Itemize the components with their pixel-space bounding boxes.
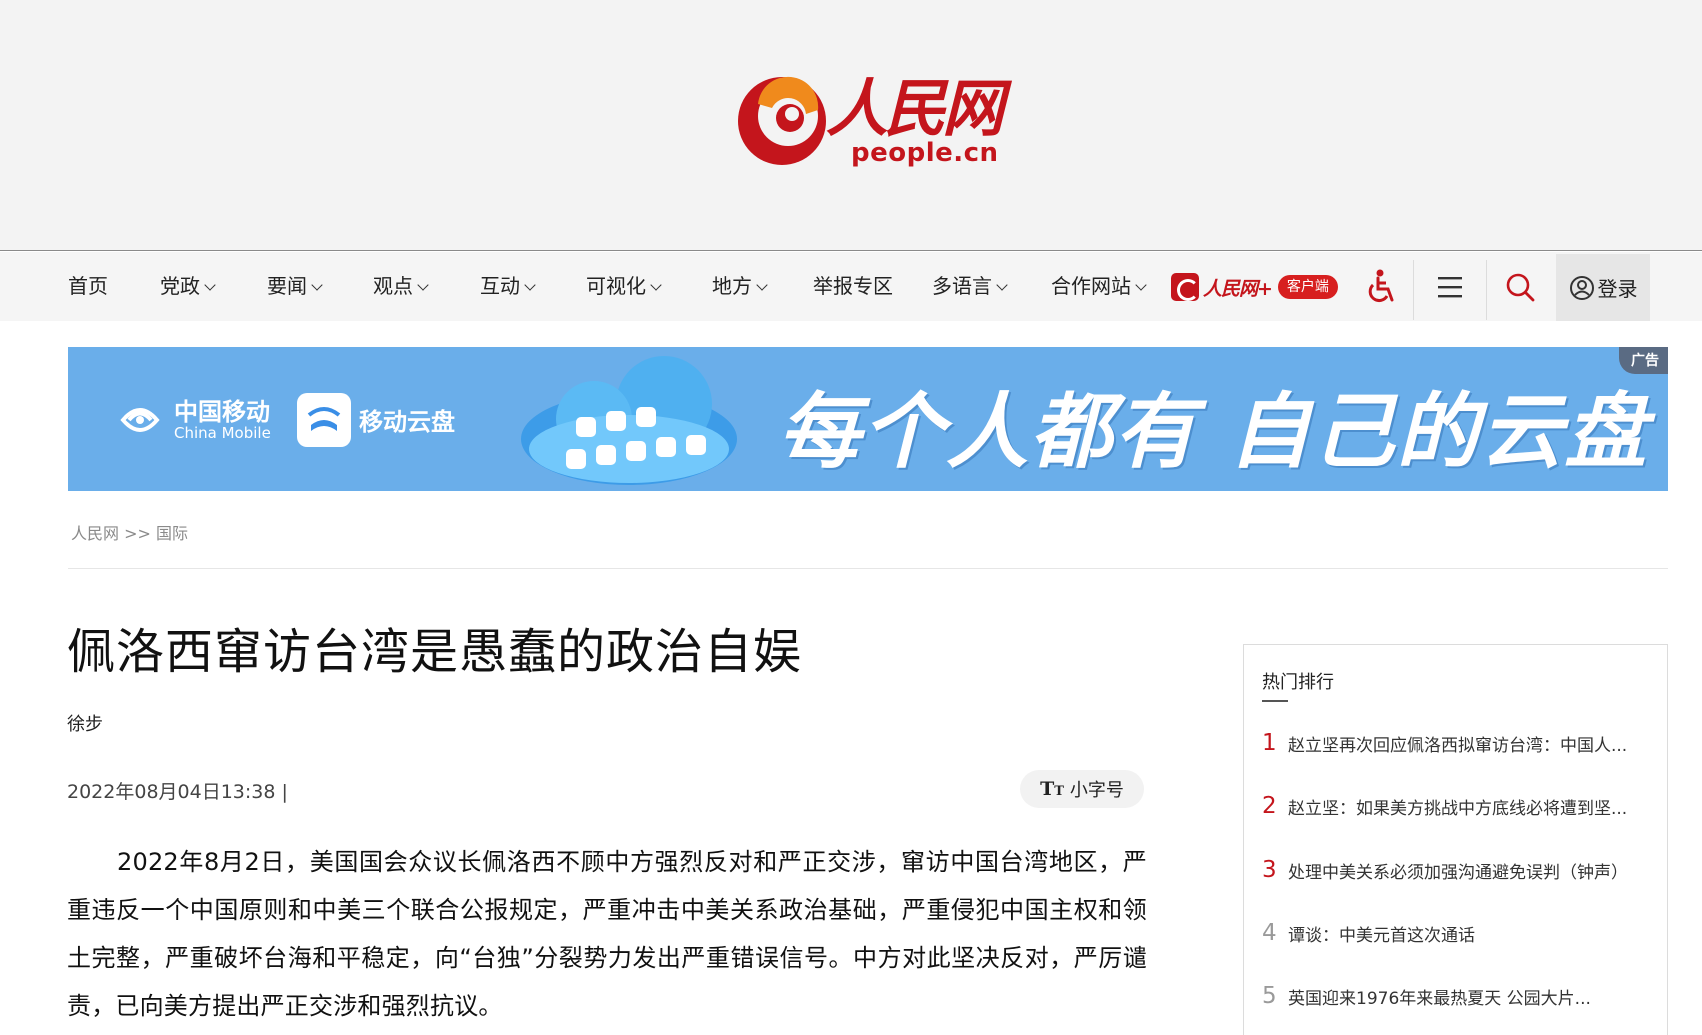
nav-item-party-government[interactable]: 党政 [160, 252, 216, 321]
ad-product-name: 移动云盘 [359, 408, 455, 436]
article-datetime: 2022年08月04日13:38 | [67, 781, 288, 803]
breadcrumb-home-link[interactable]: 人民网 [71, 524, 119, 543]
nav-item-partner-sites[interactable]: 合作网站 [1051, 252, 1147, 321]
nav-item-report[interactable]: 举报专区 [813, 252, 893, 321]
hamburger-menu-icon [1438, 276, 1462, 297]
app-download-link[interactable]: 人民网+ 客户端 [1171, 273, 1338, 301]
ranking-headline: 英国迎来1976年来最热夏天 公园大片... [1288, 988, 1591, 1009]
rank-number: 3 [1262, 857, 1277, 883]
cloud-illustration-icon [521, 356, 737, 485]
ad-banner[interactable]: 中国移动 China Mobile 移动云盘 每个人都有 自己的云盘 广告 [68, 347, 1668, 491]
chevron-down-icon [756, 279, 768, 291]
title-underline [1262, 700, 1288, 702]
hot-ranking-panel: 热门排行 1 赵立坚再次回应佩洛西拟窜访台湾：中国人... 2 赵立坚：如果美方… [1243, 644, 1668, 1035]
ranking-headline: 谭谈：中美元首这次通话 [1288, 925, 1475, 946]
nav-item-opinion[interactable]: 观点 [373, 252, 429, 321]
breadcrumb-separator: >> [124, 524, 151, 543]
app-name: 人民网+ [1203, 277, 1273, 300]
article-paragraph: 2022年8月2日，美国国会众议长佩洛西不顾中方强烈反对和严正交涉，窜访中国台湾… [67, 848, 1147, 1020]
chevron-down-icon [417, 279, 429, 291]
font-size-toggle-button[interactable]: TT 小字号 [1020, 770, 1144, 808]
cloud-drive-logo-icon [297, 393, 351, 447]
hot-ranking-title: 热门排行 [1262, 672, 1334, 693]
ad-tag: 广告 [1619, 347, 1668, 374]
article-title: 佩洛西窜访台湾是愚蠢的政治自娱 [67, 624, 803, 680]
nav-item-visualization[interactable]: 可视化 [586, 252, 662, 321]
font-size-label: 小字号 [1069, 780, 1124, 801]
logo-chinese-text: 人民网 [826, 72, 1004, 145]
user-circle-icon [1569, 275, 1594, 300]
login-button[interactable]: 登录 [1556, 254, 1650, 321]
ad-brand-cn: 中国移动 [174, 398, 270, 426]
wheelchair-icon [1368, 269, 1394, 302]
nav-divider [1486, 260, 1487, 320]
search-button[interactable] [1490, 252, 1550, 321]
ranking-headline: 处理中美关系必须加强沟通避免误判（钟声） [1288, 862, 1628, 883]
search-icon [1506, 273, 1535, 301]
nav-item-interaction[interactable]: 互动 [480, 252, 536, 321]
rank-number: 5 [1262, 983, 1277, 1009]
ad-slogan: 每个人都有 自己的云盘 [778, 384, 1649, 480]
rank-number: 4 [1262, 920, 1277, 946]
rank-number: 2 [1262, 793, 1277, 819]
menu-button[interactable] [1420, 252, 1480, 321]
chevron-down-icon [1135, 279, 1147, 291]
app-client-pill: 客户端 [1277, 275, 1338, 299]
font-size-icon: TT [1040, 778, 1064, 800]
ranking-item[interactable]: 4 谭谈：中美元首这次通话 [1262, 918, 1654, 948]
accessibility-button[interactable] [1355, 252, 1405, 321]
breadcrumb: 人民网 >> 国际 [71, 520, 188, 544]
chevron-down-icon [650, 279, 662, 291]
rank-number: 1 [1262, 730, 1277, 756]
ranking-item[interactable]: 5 英国迎来1976年来最热夏天 公园大片... [1262, 981, 1654, 1011]
divider [68, 568, 1668, 569]
logo-url-text: people.cn [851, 138, 999, 168]
nav-item-headlines[interactable]: 要闻 [267, 252, 323, 321]
ranking-item[interactable]: 1 赵立坚再次回应佩洛西拟窜访台湾：中国人... [1262, 728, 1654, 758]
breadcrumb-section-link[interactable]: 国际 [156, 524, 188, 543]
nav-item-home[interactable]: 首页 [68, 252, 108, 321]
nav-divider [1413, 260, 1414, 320]
ranking-item[interactable]: 3 处理中美关系必须加强沟通避免误判（钟声） [1262, 855, 1654, 885]
nav-item-local[interactable]: 地方 [712, 252, 768, 321]
ranking-headline: 赵立坚再次回应佩洛西拟窜访台湾：中国人... [1288, 735, 1628, 756]
chevron-down-icon [311, 279, 323, 291]
nav-item-languages[interactable]: 多语言 [932, 252, 1008, 321]
login-label: 登录 [1597, 277, 1638, 301]
chevron-down-icon [996, 279, 1008, 291]
ranking-item[interactable]: 2 赵立坚：如果美方挑战中方底线必将遭到坚... [1262, 791, 1654, 821]
app-logo-icon [1171, 273, 1199, 301]
ranking-headline: 赵立坚：如果美方挑战中方底线必将遭到坚... [1288, 798, 1628, 819]
chevron-down-icon [524, 279, 536, 291]
china-mobile-logo-icon [120, 408, 160, 432]
masthead: 人民网 people.cn [0, 0, 1702, 251]
article-author: 徐步 [67, 714, 103, 735]
chevron-down-icon [204, 279, 216, 291]
ad-brand-en: China Mobile [174, 424, 271, 442]
